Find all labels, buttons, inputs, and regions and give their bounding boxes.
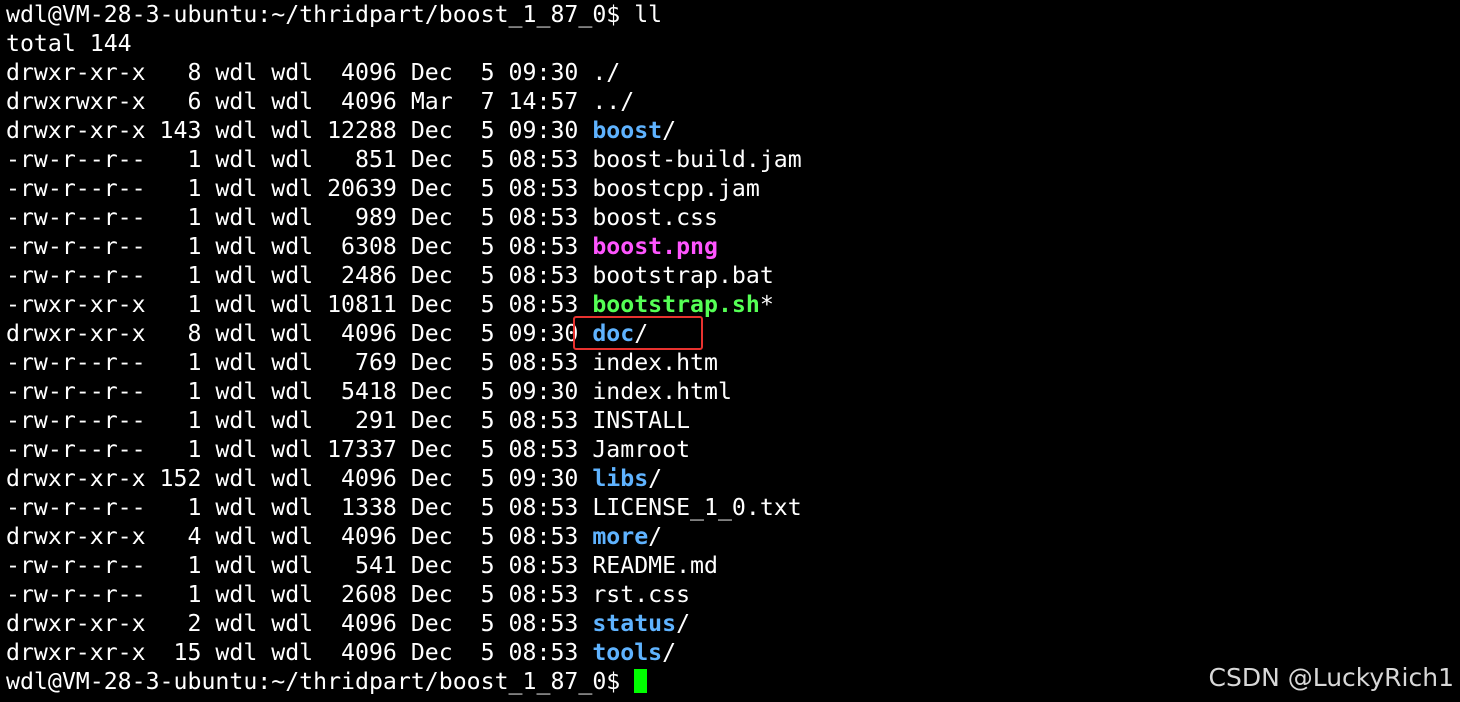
listing-row: -rw-r--r-- 1 wdl wdl 5418 Dec 5 09:30 in…	[6, 377, 1446, 406]
watermark: CSDN @LuckyRich1	[1208, 663, 1455, 692]
listing-row: -rw-r--r-- 1 wdl wdl 989 Dec 5 08:53 boo…	[6, 203, 1446, 232]
directory-name: more	[592, 523, 649, 550]
listing-row: -rw-r--r-- 1 wdl wdl 851 Dec 5 08:53 boo…	[6, 145, 1446, 174]
command-line: wdl@VM-28-3-ubuntu:~/thridpart/boost_1_8…	[6, 0, 1446, 29]
listing-row: -rw-r--r-- 1 wdl wdl 541 Dec 5 08:53 REA…	[6, 551, 1446, 580]
listing-row: drwxr-xr-x 8 wdl wdl 4096 Dec 5 09:30 ./	[6, 58, 1446, 87]
file-meta: -rw-r--r-- 1 wdl wdl 2486 Dec 5 08:53	[6, 262, 593, 289]
text-cursor[interactable]	[634, 669, 648, 693]
listing-row: -rw-r--r-- 1 wdl wdl 291 Dec 5 08:53 INS…	[6, 406, 1446, 435]
file-name: index.html	[592, 378, 732, 405]
file-meta: -rw-r--r-- 1 wdl wdl 17337 Dec 5 08:53	[6, 436, 593, 463]
file-meta: -rw-r--r-- 1 wdl wdl 291 Dec 5 08:53	[6, 407, 593, 434]
file-name: bootstrap.bat	[592, 262, 774, 289]
file-name: boostcpp.jam	[592, 175, 760, 202]
file-meta: drwxr-xr-x 2 wdl wdl 4096 Dec 5 08:53	[6, 610, 593, 637]
shell-prompt: wdl@VM-28-3-ubuntu:~/thridpart/boost_1_8…	[6, 1, 635, 28]
file-name: rst.css	[592, 581, 691, 608]
file-meta: drwxr-xr-x 152 wdl wdl 4096 Dec 5 09:30	[6, 465, 593, 492]
file-name: ../	[592, 88, 635, 115]
file-name: LICENSE_1_0.txt	[592, 494, 802, 521]
file-meta: -rw-r--r-- 1 wdl wdl 6308 Dec 5 08:53	[6, 233, 593, 260]
file-meta: -rw-r--r-- 1 wdl wdl 1338 Dec 5 08:53	[6, 494, 593, 521]
total-line: total 144	[6, 30, 132, 57]
file-suffix: /	[676, 610, 691, 637]
file-meta: drwxr-xr-x 143 wdl wdl 12288 Dec 5 09:30	[6, 117, 593, 144]
file-meta: -rw-r--r-- 1 wdl wdl 541 Dec 5 08:53	[6, 552, 593, 579]
file-meta: drwxrwxr-x 6 wdl wdl 4096 Mar 7 14:57	[6, 88, 593, 115]
file-meta: -rw-r--r-- 1 wdl wdl 851 Dec 5 08:53	[6, 146, 593, 173]
file-name: boost.css	[592, 204, 718, 231]
image-file-name: boost.png	[592, 233, 718, 260]
listing-row: -rw-r--r-- 1 wdl wdl 1338 Dec 5 08:53 LI…	[6, 493, 1446, 522]
file-suffix: /	[648, 465, 663, 492]
doc-highlight-box	[573, 316, 703, 350]
file-meta: drwxr-xr-x 15 wdl wdl 4096 Dec 5 08:53	[6, 639, 593, 666]
file-suffix: /	[662, 639, 677, 666]
file-meta: -rw-r--r-- 1 wdl wdl 989 Dec 5 08:53	[6, 204, 593, 231]
terminal-window[interactable]: wdl@VM-28-3-ubuntu:~/thridpart/boost_1_8…	[6, 0, 1446, 696]
file-name: INSTALL	[592, 407, 691, 434]
directory-name: boost	[592, 117, 663, 144]
file-meta: -rwxr-xr-x 1 wdl wdl 10811 Dec 5 08:53	[6, 291, 593, 318]
file-meta: -rw-r--r-- 1 wdl wdl 769 Dec 5 08:53	[6, 349, 593, 376]
file-suffix: /	[648, 523, 663, 550]
listing-row: drwxrwxr-x 6 wdl wdl 4096 Mar 7 14:57 ..…	[6, 87, 1446, 116]
file-meta: -rw-r--r-- 1 wdl wdl 2608 Dec 5 08:53	[6, 581, 593, 608]
listing-row: -rw-r--r-- 1 wdl wdl 2486 Dec 5 08:53 bo…	[6, 261, 1446, 290]
executable-file-name: bootstrap.sh	[592, 291, 760, 318]
listing-row: -rw-r--r-- 1 wdl wdl 20639 Dec 5 08:53 b…	[6, 174, 1446, 203]
directory-name: libs	[592, 465, 649, 492]
listing-row: -rw-r--r-- 1 wdl wdl 6308 Dec 5 08:53 bo…	[6, 232, 1446, 261]
file-meta: drwxr-xr-x 4 wdl wdl 4096 Dec 5 08:53	[6, 523, 593, 550]
listing-row: drwxr-xr-x 4 wdl wdl 4096 Dec 5 08:53 mo…	[6, 522, 1446, 551]
file-suffix: /	[662, 117, 677, 144]
shell-prompt: wdl@VM-28-3-ubuntu:~/thridpart/boost_1_8…	[6, 668, 635, 695]
listing-row: -rw-r--r-- 1 wdl wdl 769 Dec 5 08:53 ind…	[6, 348, 1446, 377]
listing-row: -rw-r--r-- 1 wdl wdl 2608 Dec 5 08:53 rs…	[6, 580, 1446, 609]
listing-row: drwxr-xr-x 2 wdl wdl 4096 Dec 5 08:53 st…	[6, 609, 1446, 638]
directory-name: tools	[592, 639, 663, 666]
listing-row: drwxr-xr-x 143 wdl wdl 12288 Dec 5 09:30…	[6, 116, 1446, 145]
file-meta: -rw-r--r-- 1 wdl wdl 20639 Dec 5 08:53	[6, 175, 593, 202]
file-meta: -rw-r--r-- 1 wdl wdl 5418 Dec 5 09:30	[6, 378, 593, 405]
listing-row: drwxr-xr-x 8 wdl wdl 4096 Dec 5 09:30 do…	[6, 319, 1446, 348]
file-name: README.md	[592, 552, 718, 579]
file-name: ./	[592, 59, 621, 86]
listing-row: drwxr-xr-x 152 wdl wdl 4096 Dec 5 09:30 …	[6, 464, 1446, 493]
file-meta: drwxr-xr-x 8 wdl wdl 4096 Dec 5 09:30	[6, 59, 593, 86]
file-name: Jamroot	[592, 436, 691, 463]
file-name: index.htm	[592, 349, 718, 376]
file-meta: drwxr-xr-x 8 wdl wdl 4096 Dec 5 09:30	[6, 320, 593, 347]
listing-row: -rwxr-xr-x 1 wdl wdl 10811 Dec 5 08:53 b…	[6, 290, 1446, 319]
file-name: boost-build.jam	[592, 146, 802, 173]
directory-name: status	[592, 610, 677, 637]
file-suffix: *	[759, 291, 774, 318]
listing-row: -rw-r--r-- 1 wdl wdl 17337 Dec 5 08:53 J…	[6, 435, 1446, 464]
command-text: ll	[634, 1, 663, 28]
